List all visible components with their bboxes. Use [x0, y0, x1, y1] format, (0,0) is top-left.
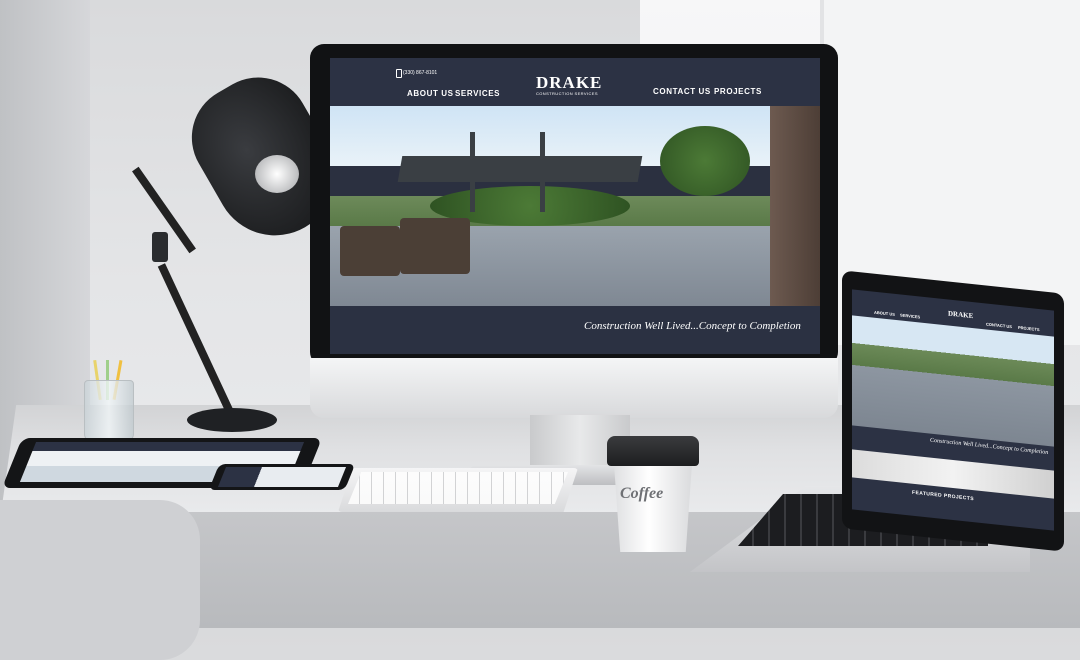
- tree: [660, 126, 750, 196]
- stone-wall: [770, 106, 820, 306]
- nav-services[interactable]: SERVICES: [455, 89, 500, 98]
- hero-tagline: Construction Well Lived...Concept to Com…: [584, 320, 801, 332]
- pergola: [397, 156, 643, 182]
- hero-image: [330, 106, 820, 306]
- coffee-cup: [614, 464, 692, 552]
- pergola-post: [470, 132, 475, 212]
- laptop-nav-services[interactable]: SERVICES: [900, 312, 920, 319]
- lamp-base: [187, 408, 277, 432]
- laptop-nav-projects[interactable]: PROJECTS: [1018, 325, 1040, 332]
- nav-contact-us[interactable]: CONTACT US: [653, 87, 711, 96]
- laptop-nav-about-us[interactable]: ABOUT US: [874, 310, 895, 317]
- site-header: (330) 867-8101 ABOUT US SERVICES DRAKE C…: [330, 58, 820, 106]
- monitor-screen: (330) 867-8101 ABOUT US SERVICES DRAKE C…: [330, 58, 820, 354]
- monitor-chin: [310, 358, 838, 418]
- pencil-cup: [84, 380, 134, 442]
- nav-about-us[interactable]: ABOUT US: [407, 89, 454, 98]
- nav-projects[interactable]: PROJECTS: [714, 87, 762, 96]
- pergola-post: [540, 132, 545, 212]
- lamp-bulb: [255, 155, 299, 193]
- smartphone-screen: [217, 467, 347, 487]
- laptop-featured-projects: FEATURED PROJECTS: [912, 489, 974, 503]
- laptop-hero-image: [852, 315, 1054, 447]
- site-logo[interactable]: DRAKE: [536, 74, 602, 91]
- lamp-joint: [152, 232, 168, 262]
- laptop-site-logo[interactable]: DRAKE: [948, 309, 973, 320]
- wicker-chair: [400, 218, 470, 274]
- coffee-lid: [607, 436, 699, 466]
- wicker-chair: [340, 226, 400, 276]
- site-logo-subtitle: CONSTRUCTION SERVICES: [536, 91, 598, 96]
- keyboard-keys: [348, 472, 568, 504]
- laptop-screen: ABOUT US SERVICES DRAKE CONTACT US PROJE…: [852, 289, 1054, 531]
- laptop-nav-contact-us[interactable]: CONTACT US: [986, 321, 1012, 329]
- lamp-arm: [157, 263, 233, 412]
- chair: [0, 500, 200, 660]
- phone-icon: [396, 69, 402, 78]
- site-phone: (330) 867-8101: [403, 70, 438, 76]
- laptop-marble-band: [852, 449, 1054, 499]
- coffee-label: Coffee: [620, 485, 664, 502]
